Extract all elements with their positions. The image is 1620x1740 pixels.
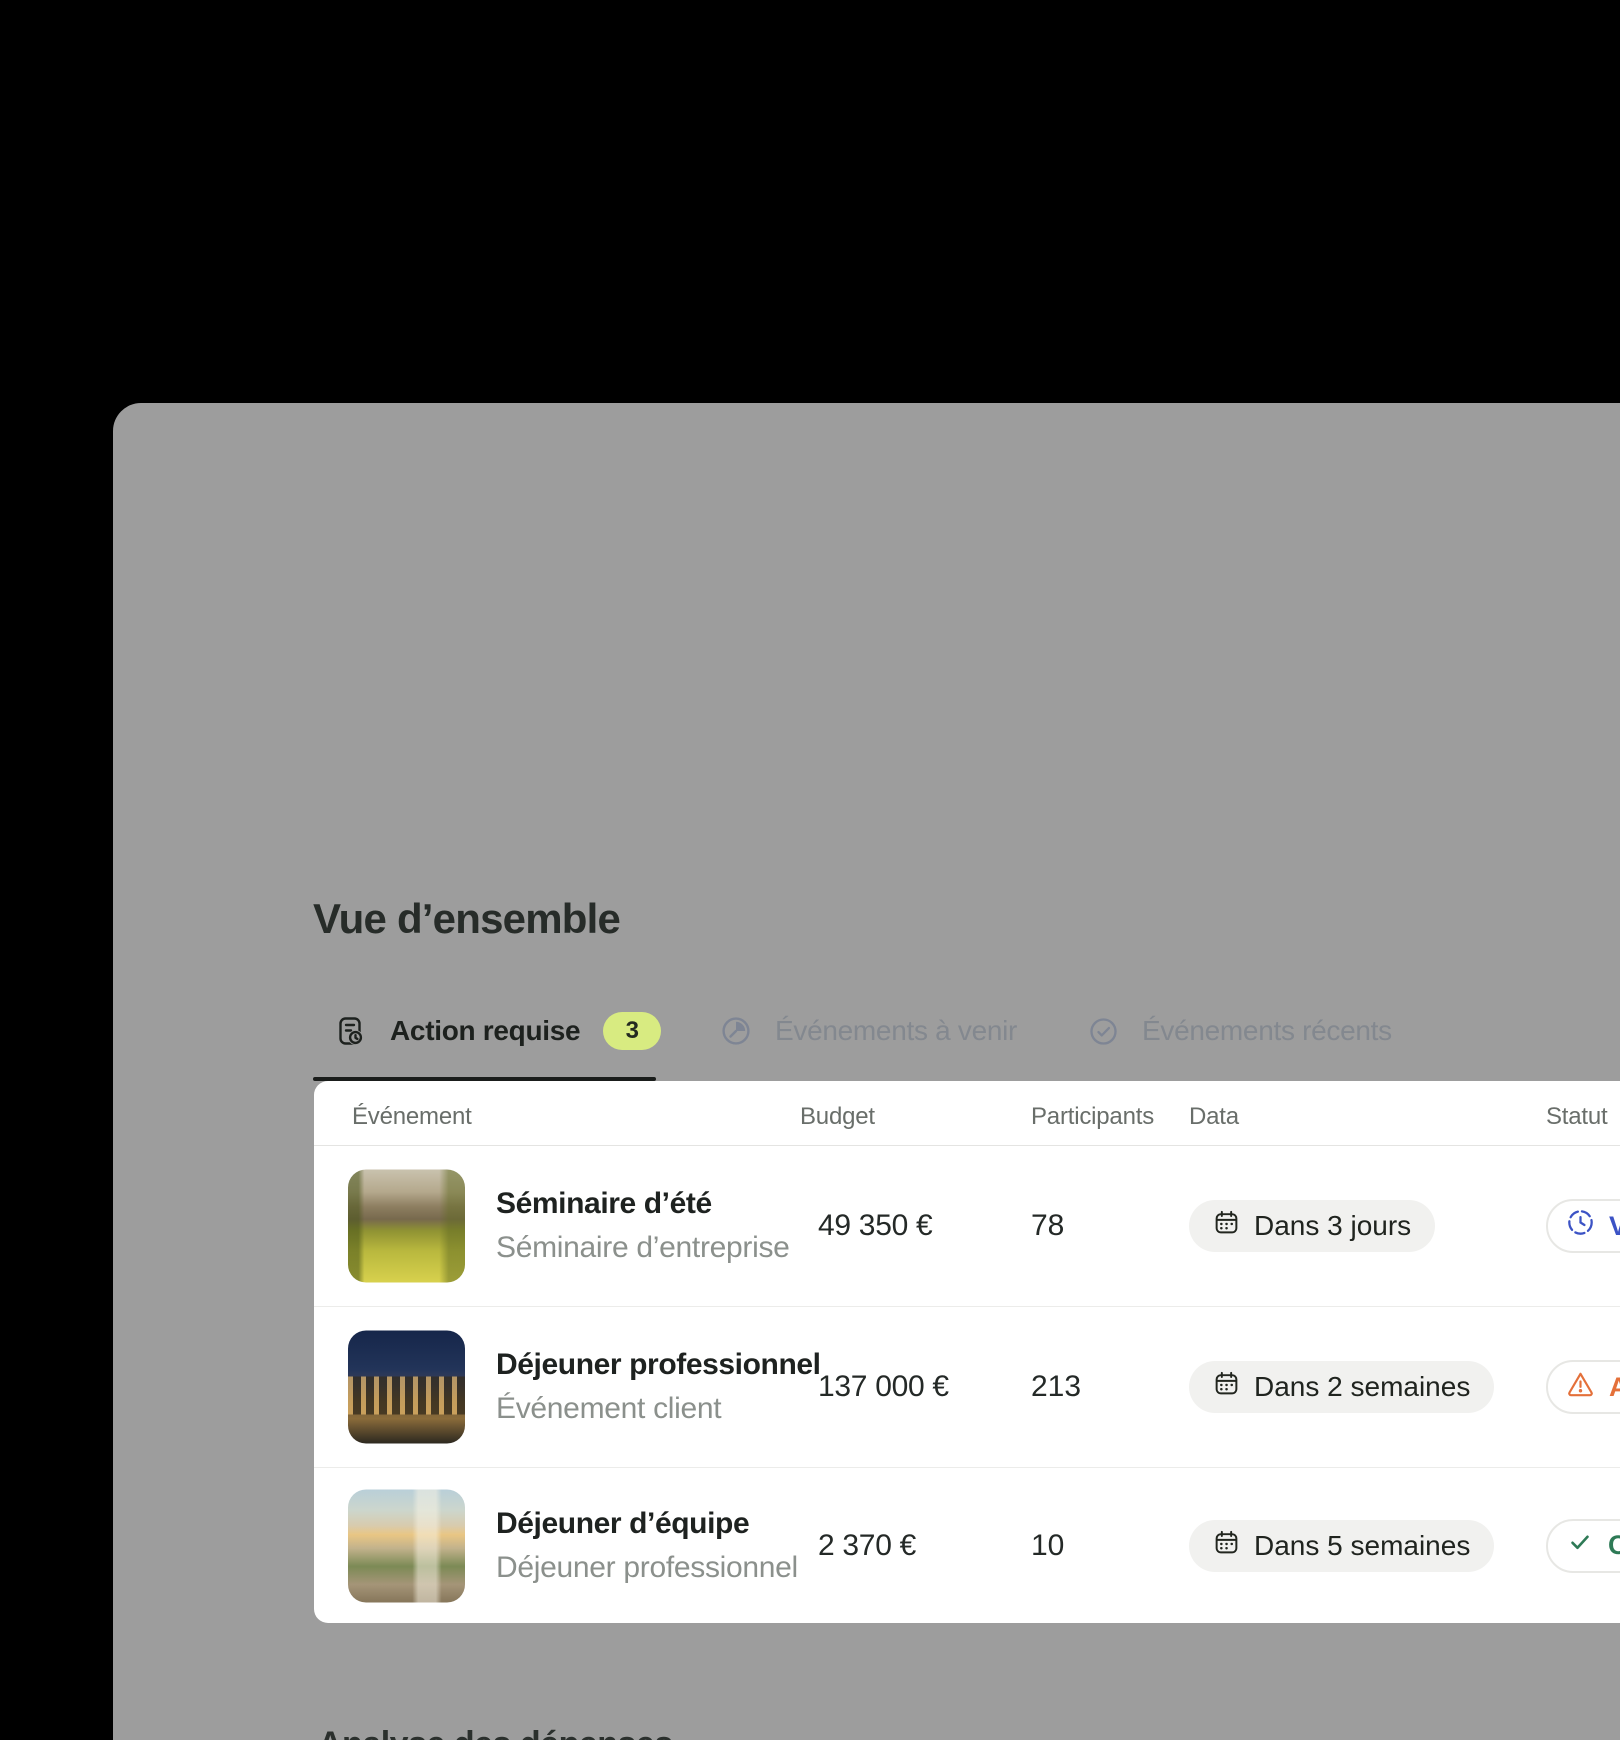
- overview-card: Vue d’ensemble Action requise 3: [113, 403, 1620, 1740]
- event-budget: 49 350 €: [818, 1209, 932, 1243]
- check-circle-icon: [1088, 1016, 1119, 1047]
- tab-label: Événements récents: [1142, 1015, 1392, 1047]
- clock-dashed-icon: [1566, 1208, 1595, 1244]
- event-subtitle: Séminaire d’entreprise: [496, 1231, 790, 1265]
- expenses-section-title: Analyse des dépenses: [318, 1725, 673, 1740]
- status-label: Validation requise: [1609, 1211, 1620, 1242]
- clock-icon: [720, 1015, 752, 1047]
- event-thumbnail: [348, 1331, 465, 1444]
- status-label: Alerte de coûts: [1609, 1372, 1620, 1403]
- status-label: Conforme: [1608, 1530, 1620, 1561]
- column-header-data: Data: [1189, 1103, 1239, 1131]
- column-header-event: Événement: [352, 1103, 472, 1131]
- date-badge: Dans 3 jours: [1189, 1200, 1435, 1252]
- event-subtitle: Déjeuner professionnel: [496, 1551, 798, 1585]
- event-subtitle: Événement client: [496, 1392, 821, 1426]
- column-header-status: Statut: [1546, 1103, 1608, 1131]
- table-row[interactable]: Déjeuner d’équipe Déjeuner professionnel…: [314, 1468, 1620, 1623]
- column-header-budget: Budget: [800, 1103, 875, 1131]
- tab-count-badge: 3: [603, 1012, 661, 1050]
- warning-triangle-icon: [1566, 1369, 1595, 1405]
- date-label: Dans 5 semaines: [1254, 1530, 1470, 1562]
- event-budget: 137 000 €: [818, 1370, 949, 1404]
- event-title: Déjeuner d’équipe: [496, 1507, 798, 1541]
- status-badge: Validation requise: [1546, 1199, 1620, 1253]
- date-badge: Dans 2 semaines: [1189, 1361, 1494, 1413]
- status-badge: Conforme: [1546, 1519, 1620, 1573]
- column-header-participants: Participants: [1031, 1103, 1154, 1131]
- event-budget: 2 370 €: [818, 1529, 916, 1563]
- calendar-icon: [1213, 1529, 1240, 1563]
- event-participants: 10: [1031, 1529, 1064, 1563]
- events-table: Événement Budget Participants Data Statu…: [314, 1081, 1620, 1623]
- calendar-icon: [1213, 1370, 1240, 1404]
- tab-evenements-recents[interactable]: Événements récents: [1088, 1007, 1392, 1055]
- task-clock-icon: [333, 1014, 367, 1048]
- event-thumbnail: [348, 1170, 465, 1283]
- event-title: Déjeuner professionnel: [496, 1348, 821, 1382]
- table-row[interactable]: Déjeuner professionnel Événement client …: [314, 1307, 1620, 1468]
- screen: Vue d’ensemble Action requise 3: [0, 0, 1620, 1740]
- date-label: Dans 3 jours: [1254, 1210, 1411, 1242]
- event-participants: 78: [1031, 1209, 1064, 1243]
- status-badge: Alerte de coûts: [1546, 1360, 1620, 1414]
- page-title: Vue d’ensemble: [313, 895, 620, 943]
- table-header: Événement Budget Participants Data Statu…: [314, 1081, 1620, 1146]
- table-row[interactable]: Séminaire d’été Séminaire d’entreprise 4…: [314, 1146, 1620, 1307]
- tab-evenements-a-venir[interactable]: Événements à venir: [720, 1007, 1017, 1055]
- tab-label: Action requise: [390, 1015, 580, 1047]
- tab-label: Événements à venir: [775, 1015, 1017, 1047]
- check-icon: [1566, 1528, 1594, 1563]
- date-badge: Dans 5 semaines: [1189, 1520, 1494, 1572]
- tab-action-requise[interactable]: Action requise 3: [333, 1007, 661, 1055]
- event-title: Séminaire d’été: [496, 1187, 790, 1221]
- date-label: Dans 2 semaines: [1254, 1371, 1470, 1403]
- calendar-icon: [1213, 1209, 1240, 1243]
- event-thumbnail: [348, 1489, 465, 1602]
- event-participants: 213: [1031, 1370, 1081, 1404]
